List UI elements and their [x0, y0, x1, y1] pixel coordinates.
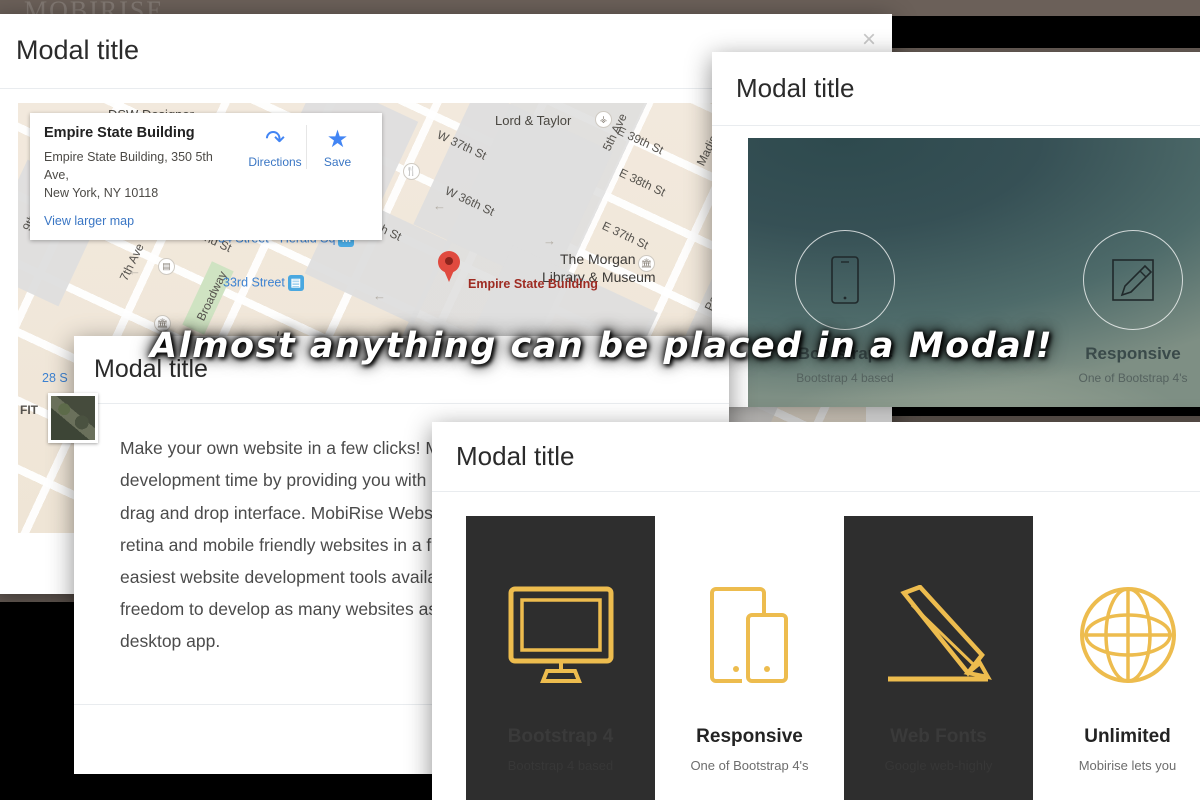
feature-image-panel: Bootstrap 4 Bootstrap 4 based Responsive…	[748, 137, 1200, 407]
map-pin-hole	[445, 256, 453, 265]
map-pin-icon	[438, 250, 460, 282]
restaurant-poi-icon: 🍴	[403, 162, 420, 180]
map-direction-arrow: ←	[373, 287, 386, 303]
map-info-card-text: Empire State Building Empire State Build…	[44, 125, 244, 202]
screenshot-stage: MOBIRISE MOBIRISE MOBIRISE MOBIRISE Moda…	[0, 0, 1200, 800]
feature-card-web-fonts: Web Fonts Google web-highly	[844, 515, 1033, 800]
card-name: Bootstrap 4	[507, 725, 614, 747]
map-label: 28 S	[42, 370, 68, 385]
feature-ring	[1083, 229, 1183, 330]
rail-badge-icon: ▤	[287, 274, 304, 291]
map-label: Lord & Taylor	[495, 112, 572, 128]
modal-feature-cards-title: Modal title	[456, 441, 575, 471]
chart-poi-icon: ▤	[158, 257, 175, 275]
feature-ring	[795, 229, 895, 330]
directions-label: Directions	[248, 154, 302, 169]
map-pin-empire-state-building[interactable]: Empire State Building	[438, 250, 598, 291]
card-desc: Google web-highly	[884, 757, 993, 773]
feature-name: Responsive	[1085, 343, 1181, 363]
feature-card-responsive: Responsive One of Bootstrap 4's	[655, 516, 844, 800]
monitor-icon	[508, 586, 613, 683]
place-address-line-2: New York, NY 10118	[44, 186, 159, 200]
directions-button[interactable]: ↷ Directions	[244, 125, 306, 169]
card-icon-wrap	[866, 550, 1011, 720]
map-direction-arrow: ←	[433, 197, 446, 213]
save-button[interactable]: ★ Save	[306, 124, 368, 169]
map-info-card-actions: ↷ Directions ★ Save	[244, 124, 368, 169]
save-label: Save	[323, 154, 352, 169]
card-desc: Bootstrap 4 based	[507, 757, 614, 773]
modal-feature-cards[interactable]: Modal title Bootstrap 4 Bootstrap 4 base…	[432, 422, 1200, 800]
modal-feature-cards-body: Bootstrap 4 Bootstrap 4 based Responsive…	[432, 492, 1200, 800]
feature-desc: One of Bootstrap 4's	[1078, 370, 1188, 385]
modal-image-features-header: Modal title	[712, 52, 1200, 126]
close-icon[interactable]: ×	[862, 28, 876, 52]
card-icon-wrap	[1055, 550, 1200, 720]
museum-poi-icon: 🏛	[638, 254, 655, 272]
card-name: Web Fonts	[890, 725, 987, 747]
pencil-square-icon	[1112, 258, 1154, 301]
place-name: Empire State Building	[44, 124, 195, 141]
card-desc: Mobirise lets you	[1078, 757, 1177, 773]
map-info-card: Empire State Building Empire State Build…	[30, 112, 382, 241]
modal-feature-cards-header: Modal title	[432, 422, 1200, 492]
card-desc: One of Bootstrap 4's	[690, 757, 809, 773]
directions-arrow-icon: ↷	[264, 125, 286, 153]
card-icon-wrap	[677, 550, 822, 720]
feature-card-bootstrap4: Bootstrap 4 Bootstrap 4 based	[466, 515, 655, 800]
globe-icon	[1079, 586, 1176, 683]
card-name: Responsive	[696, 725, 803, 747]
map-direction-arrow: →	[543, 232, 556, 248]
modal-image-features-body: Bootstrap 4 Bootstrap 4 based Responsive…	[712, 137, 1200, 407]
map-info-card-row: Empire State Building Empire State Build…	[44, 124, 368, 202]
map-label: FIT	[20, 402, 38, 417]
card-name: Unlimited	[1084, 725, 1171, 747]
feature-desc: Bootstrap 4 based	[796, 370, 894, 385]
transit-stop-label: 33rd Street	[223, 275, 285, 290]
map-label: The Morgan	[560, 250, 636, 267]
feature-card-unlimited: Unlimited Mobirise lets you	[1033, 516, 1200, 800]
card-icon-wrap	[488, 550, 633, 720]
place-address-line-1: Empire State Building, 350 5th Ave,	[44, 149, 213, 182]
feature-item-responsive: Responsive One of Bootstrap 4's	[1048, 229, 1200, 387]
transit-stop-33rd-street[interactable]: 33rd Street ▤	[223, 274, 304, 291]
devices-icon	[709, 586, 788, 683]
modal-image-features-title: Modal title	[736, 73, 855, 103]
pencil-icon	[887, 584, 992, 681]
satellite-thumbnail[interactable]	[48, 392, 98, 443]
mobile-phone-icon	[831, 255, 859, 304]
star-icon: ★	[326, 125, 349, 153]
overlay-headline: Almost anything can be placed in a Modal…	[150, 326, 1054, 366]
map-pin-label: Empire State Building	[468, 276, 598, 291]
view-larger-map-link[interactable]: View larger map	[44, 214, 134, 228]
